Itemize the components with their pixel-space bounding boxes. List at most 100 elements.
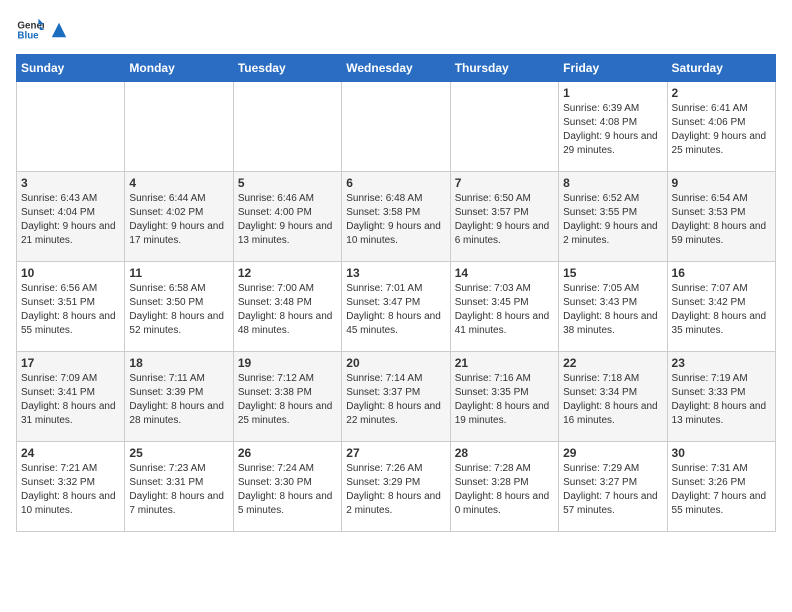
calendar-cell: 10 Sunrise: 6:56 AM Sunset: 3:51 PM Dayli…: [17, 262, 125, 352]
day-number: 24: [21, 446, 120, 460]
calendar-cell: 2 Sunrise: 6:41 AM Sunset: 4:06 PM Daylig…: [667, 82, 775, 172]
day-number: 23: [672, 356, 771, 370]
day-info: Sunrise: 7:26 AM Sunset: 3:29 PM Dayligh…: [346, 462, 445, 518]
calendar-cell: [125, 82, 233, 172]
week-row-4: 17 Sunrise: 7:09 AM Sunset: 3:41 PM Dayli…: [17, 352, 776, 442]
day-info: Sunrise: 6:41 AM Sunset: 4:06 PM Dayligh…: [672, 102, 771, 158]
day-number: 4: [129, 176, 228, 190]
day-info: Sunrise: 7:29 AM Sunset: 3:27 PM Dayligh…: [563, 462, 662, 518]
calendar-cell: 6 Sunrise: 6:48 AM Sunset: 3:58 PM Daylig…: [342, 172, 450, 262]
day-info: Sunrise: 7:09 AM Sunset: 3:41 PM Dayligh…: [21, 372, 120, 428]
day-number: 17: [21, 356, 120, 370]
calendar-cell: 28 Sunrise: 7:28 AM Sunset: 3:28 PM Dayli…: [450, 442, 558, 532]
day-info: Sunrise: 7:28 AM Sunset: 3:28 PM Dayligh…: [455, 462, 554, 518]
day-number: 16: [672, 266, 771, 280]
day-info: Sunrise: 7:23 AM Sunset: 3:31 PM Dayligh…: [129, 462, 228, 518]
day-info: Sunrise: 6:50 AM Sunset: 3:57 PM Dayligh…: [455, 192, 554, 248]
calendar-cell: 18 Sunrise: 7:11 AM Sunset: 3:39 PM Dayli…: [125, 352, 233, 442]
calendar-cell: 14Sunrise: 7:03 AM Sunset: 3:45 PM Dayli…: [450, 262, 558, 352]
day-info: Sunrise: 6:52 AM Sunset: 3:55 PM Dayligh…: [563, 192, 662, 248]
day-number: 1: [563, 86, 662, 100]
calendar-cell: 21Sunrise: 7:16 AM Sunset: 3:35 PM Dayli…: [450, 352, 558, 442]
calendar-cell: 24 Sunrise: 7:21 AM Sunset: 3:32 PM Dayli…: [17, 442, 125, 532]
day-number: 6: [346, 176, 445, 190]
day-number: 7: [455, 176, 554, 190]
calendar-header-row: SundayMondayTuesdayWednesdayThursdayFrid…: [17, 55, 776, 82]
calendar-cell: 5 Sunrise: 6:46 AM Sunset: 4:00 PM Daylig…: [233, 172, 341, 262]
header-sunday: Sunday: [17, 55, 125, 82]
day-info: Sunrise: 7:21 AM Sunset: 3:32 PM Dayligh…: [21, 462, 120, 518]
calendar-cell: 13 Sunrise: 7:01 AM Sunset: 3:47 PM Dayli…: [342, 262, 450, 352]
header-monday: Monday: [125, 55, 233, 82]
logo-icon: General Blue: [16, 16, 44, 44]
day-number: 27: [346, 446, 445, 460]
calendar-cell: 3Sunrise: 6:43 AM Sunset: 4:04 PM Daylig…: [17, 172, 125, 262]
week-row-2: 3Sunrise: 6:43 AM Sunset: 4:04 PM Daylig…: [17, 172, 776, 262]
logo: General Blue: [16, 16, 68, 44]
calendar-cell: [233, 82, 341, 172]
calendar-cell: 8 Sunrise: 6:52 AM Sunset: 3:55 PM Daylig…: [559, 172, 667, 262]
day-number: 9: [672, 176, 771, 190]
day-info: Sunrise: 6:44 AM Sunset: 4:02 PM Dayligh…: [129, 192, 228, 248]
logo-triangle-icon: [50, 21, 68, 39]
week-row-3: 10 Sunrise: 6:56 AM Sunset: 3:51 PM Dayli…: [17, 262, 776, 352]
day-number: 22: [563, 356, 662, 370]
day-number: 29: [563, 446, 662, 460]
day-info: Sunrise: 7:07 AM Sunset: 3:42 PM Dayligh…: [672, 282, 771, 338]
day-number: 13: [346, 266, 445, 280]
day-number: 26: [238, 446, 337, 460]
svg-text:Blue: Blue: [17, 30, 39, 41]
day-number: 28: [455, 446, 554, 460]
day-info: Sunrise: 7:18 AM Sunset: 3:34 PM Dayligh…: [563, 372, 662, 428]
calendar-cell: 27 Sunrise: 7:26 AM Sunset: 3:29 PM Dayli…: [342, 442, 450, 532]
day-number: 8: [563, 176, 662, 190]
day-info: Sunrise: 7:11 AM Sunset: 3:39 PM Dayligh…: [129, 372, 228, 428]
header-friday: Friday: [559, 55, 667, 82]
day-info: Sunrise: 7:01 AM Sunset: 3:47 PM Dayligh…: [346, 282, 445, 338]
day-info: Sunrise: 7:00 AM Sunset: 3:48 PM Dayligh…: [238, 282, 337, 338]
day-number: 3: [21, 176, 120, 190]
day-info: Sunrise: 6:54 AM Sunset: 3:53 PM Dayligh…: [672, 192, 771, 248]
day-number: 10: [21, 266, 120, 280]
day-number: 11: [129, 266, 228, 280]
calendar-cell: 30Sunrise: 7:31 AM Sunset: 3:26 PM Dayli…: [667, 442, 775, 532]
calendar-cell: [342, 82, 450, 172]
day-number: 20: [346, 356, 445, 370]
day-number: 2: [672, 86, 771, 100]
calendar-cell: 20 Sunrise: 7:14 AM Sunset: 3:37 PM Dayli…: [342, 352, 450, 442]
header-wednesday: Wednesday: [342, 55, 450, 82]
calendar-cell: 25Sunrise: 7:23 AM Sunset: 3:31 PM Dayli…: [125, 442, 233, 532]
calendar-cell: 12 Sunrise: 7:00 AM Sunset: 3:48 PM Dayli…: [233, 262, 341, 352]
header-saturday: Saturday: [667, 55, 775, 82]
day-number: 19: [238, 356, 337, 370]
day-number: 5: [238, 176, 337, 190]
day-info: Sunrise: 7:05 AM Sunset: 3:43 PM Dayligh…: [563, 282, 662, 338]
calendar-cell: 15 Sunrise: 7:05 AM Sunset: 3:43 PM Dayli…: [559, 262, 667, 352]
day-info: Sunrise: 7:31 AM Sunset: 3:26 PM Dayligh…: [672, 462, 771, 518]
day-info: Sunrise: 6:56 AM Sunset: 3:51 PM Dayligh…: [21, 282, 120, 338]
day-number: 12: [238, 266, 337, 280]
day-info: Sunrise: 7:12 AM Sunset: 3:38 PM Dayligh…: [238, 372, 337, 428]
calendar-cell: 9 Sunrise: 6:54 AM Sunset: 3:53 PM Daylig…: [667, 172, 775, 262]
week-row-5: 24 Sunrise: 7:21 AM Sunset: 3:32 PM Dayli…: [17, 442, 776, 532]
day-info: Sunrise: 7:19 AM Sunset: 3:33 PM Dayligh…: [672, 372, 771, 428]
day-info: Sunrise: 6:46 AM Sunset: 4:00 PM Dayligh…: [238, 192, 337, 248]
calendar-cell: 7 Sunrise: 6:50 AM Sunset: 3:57 PM Daylig…: [450, 172, 558, 262]
calendar-cell: 16 Sunrise: 7:07 AM Sunset: 3:42 PM Dayli…: [667, 262, 775, 352]
calendar-cell: 29 Sunrise: 7:29 AM Sunset: 3:27 PM Dayli…: [559, 442, 667, 532]
day-info: Sunrise: 7:24 AM Sunset: 3:30 PM Dayligh…: [238, 462, 337, 518]
calendar-cell: 22 Sunrise: 7:18 AM Sunset: 3:34 PM Dayli…: [559, 352, 667, 442]
calendar-cell: 4 Sunrise: 6:44 AM Sunset: 4:02 PM Daylig…: [125, 172, 233, 262]
day-info: Sunrise: 6:58 AM Sunset: 3:50 PM Dayligh…: [129, 282, 228, 338]
calendar-cell: 23 Sunrise: 7:19 AM Sunset: 3:33 PM Dayli…: [667, 352, 775, 442]
calendar-cell: [17, 82, 125, 172]
day-info: Sunrise: 7:14 AM Sunset: 3:37 PM Dayligh…: [346, 372, 445, 428]
calendar-cell: 19 Sunrise: 7:12 AM Sunset: 3:38 PM Dayli…: [233, 352, 341, 442]
calendar-cell: 26 Sunrise: 7:24 AM Sunset: 3:30 PM Dayli…: [233, 442, 341, 532]
calendar-table: SundayMondayTuesdayWednesdayThursdayFrid…: [16, 54, 776, 532]
calendar-cell: 11 Sunrise: 6:58 AM Sunset: 3:50 PM Dayli…: [125, 262, 233, 352]
day-info: Sunrise: 6:48 AM Sunset: 3:58 PM Dayligh…: [346, 192, 445, 248]
day-number: 18: [129, 356, 228, 370]
calendar-cell: 1Sunrise: 6:39 AM Sunset: 4:08 PM Daylig…: [559, 82, 667, 172]
day-number: 15: [563, 266, 662, 280]
